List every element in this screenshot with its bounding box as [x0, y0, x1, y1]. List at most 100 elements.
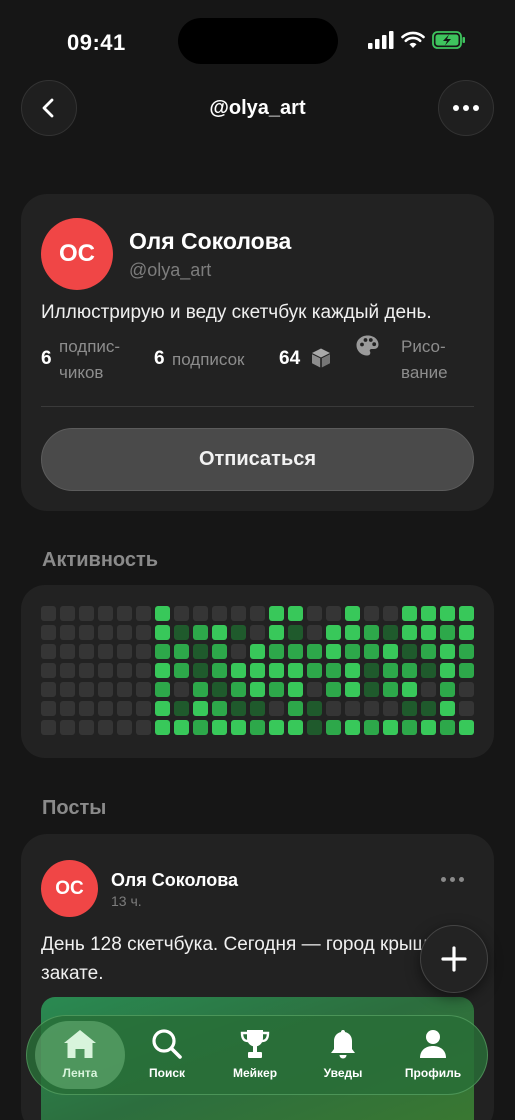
activity-cell [117, 682, 132, 697]
more-options-button[interactable] [438, 80, 494, 136]
activity-cell [250, 663, 265, 678]
activity-cell [383, 663, 398, 678]
activity-cell [288, 644, 303, 659]
profile-avatar[interactable]: OC [41, 218, 113, 290]
tab-feed[interactable]: Лента [35, 1021, 125, 1089]
activity-cell [364, 682, 379, 697]
activity-cell [383, 644, 398, 659]
followers-label-line2: чиков [59, 363, 104, 382]
activity-cell [345, 720, 360, 735]
activity-cell [402, 720, 417, 735]
activity-cell [193, 644, 208, 659]
activity-cell [326, 663, 341, 678]
activity-cell [345, 625, 360, 640]
activity-cell [60, 701, 75, 716]
following-label[interactable]: подписок [172, 347, 245, 373]
activity-cell [402, 682, 417, 697]
category-label-line1: Рисо- [401, 337, 446, 356]
activity-cell [60, 663, 75, 678]
tab-notifications[interactable]: Уведы [298, 1021, 388, 1089]
activity-cell [269, 625, 284, 640]
following-count[interactable]: 6 [154, 348, 165, 370]
profile-card: OC Оля Соколова @olya_art Иллюстрирую и … [21, 194, 494, 511]
activity-heatmap [41, 606, 474, 735]
activity-cell [421, 720, 436, 735]
activity-cell [326, 606, 341, 621]
box-icon [312, 348, 330, 368]
activity-cell [421, 625, 436, 640]
activity-cell [326, 701, 341, 716]
activity-cell [459, 701, 474, 716]
create-post-button[interactable] [420, 925, 488, 993]
activity-cell [231, 625, 246, 640]
category-label: Рисо- вание [401, 334, 448, 386]
activity-cell [60, 682, 75, 697]
activity-cell [364, 644, 379, 659]
activity-cell [79, 663, 94, 678]
activity-title: Активность [42, 549, 159, 571]
activity-cell [155, 606, 170, 621]
activity-cell [307, 625, 322, 640]
activity-cell [155, 644, 170, 659]
post-avatar[interactable]: OC [41, 860, 98, 917]
post-more-button[interactable] [441, 877, 464, 882]
activity-cell [364, 701, 379, 716]
boxes-count[interactable]: 64 [279, 348, 300, 370]
activity-cell [41, 720, 56, 735]
activity-cell [155, 682, 170, 697]
dot-icon [441, 877, 446, 882]
tab-search[interactable]: Поиск [122, 1021, 212, 1089]
tab-maker[interactable]: Мейкер [210, 1021, 300, 1089]
followers-label[interactable]: подпис- чиков [59, 334, 120, 386]
activity-cell [402, 701, 417, 716]
battery-charging-icon [432, 31, 465, 49]
activity-cell [60, 720, 75, 735]
activity-cell [402, 606, 417, 621]
followers-count[interactable]: 6 [41, 348, 52, 370]
activity-cell [383, 606, 398, 621]
trophy-icon [240, 1030, 270, 1058]
activity-cell [383, 682, 398, 697]
palette-icon [356, 335, 379, 356]
activity-cell [193, 625, 208, 640]
activity-cell [288, 720, 303, 735]
activity-cell [98, 606, 113, 621]
activity-cell [459, 606, 474, 621]
activity-cell [79, 644, 94, 659]
activity-cell [41, 682, 56, 697]
profile-name: Оля Соколова [129, 228, 292, 254]
unsubscribe-button[interactable]: Отписаться [41, 428, 474, 491]
activity-cell [79, 701, 94, 716]
activity-cell [155, 625, 170, 640]
activity-cell [364, 606, 379, 621]
home-icon [64, 1030, 96, 1058]
activity-cell [288, 701, 303, 716]
tab-profile-label: Профиль [404, 1066, 462, 1080]
activity-cell [459, 625, 474, 640]
activity-cell [307, 644, 322, 659]
activity-cell [326, 720, 341, 735]
activity-cell [117, 606, 132, 621]
activity-cell [383, 701, 398, 716]
activity-cell [307, 701, 322, 716]
activity-cell [440, 701, 455, 716]
activity-cell [231, 701, 246, 716]
activity-cell [345, 644, 360, 659]
activity-cell [402, 644, 417, 659]
tab-maker-label: Мейкер [232, 1066, 278, 1080]
activity-cell [459, 663, 474, 678]
activity-cell [193, 682, 208, 697]
activity-cell [174, 701, 189, 716]
posts-title: Посты [42, 797, 107, 819]
activity-cell [98, 644, 113, 659]
activity-cell [250, 644, 265, 659]
category-label-line2: вание [401, 363, 448, 382]
tab-profile[interactable]: Профиль [388, 1021, 478, 1089]
activity-cell [117, 720, 132, 735]
activity-cell [98, 682, 113, 697]
activity-cell [98, 701, 113, 716]
activity-cell [98, 663, 113, 678]
activity-cell [136, 625, 151, 640]
post-author[interactable]: Оля Соколова [111, 870, 238, 891]
activity-cell [41, 644, 56, 659]
